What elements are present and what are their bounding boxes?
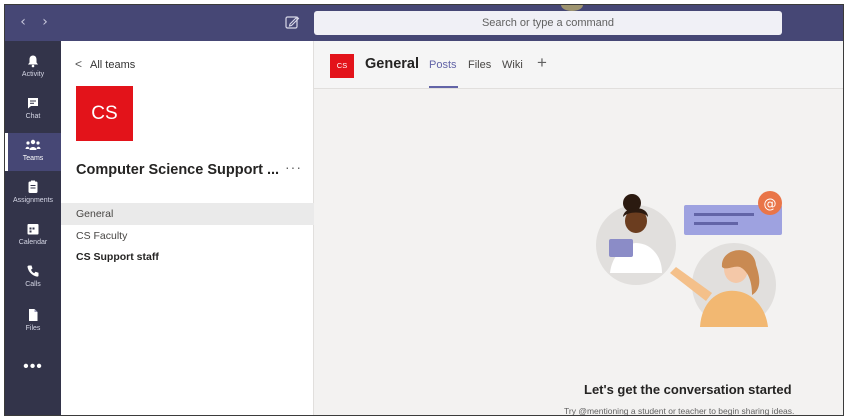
rail-item-calendar[interactable]: Calendar bbox=[5, 217, 61, 255]
chat-icon bbox=[28, 98, 38, 109]
team-panel: < All teams CS Computer Science Support .… bbox=[61, 41, 314, 415]
phone-icon bbox=[27, 265, 39, 277]
rail-item-activity[interactable]: Activity bbox=[5, 49, 61, 87]
teams-icon bbox=[25, 139, 41, 150]
channel-title: General bbox=[365, 56, 419, 72]
message-line bbox=[694, 213, 754, 216]
compose-icon[interactable] bbox=[284, 14, 300, 30]
channel-header: CS General Posts Files Wiki + bbox=[314, 41, 843, 89]
rail-item-calls[interactable]: Calls bbox=[5, 259, 61, 297]
rail-item-chat[interactable]: Chat bbox=[5, 91, 61, 129]
bell-icon bbox=[28, 55, 38, 68]
rail-label-calendar: Calendar bbox=[18, 239, 48, 246]
rail-label-files: Files bbox=[25, 325, 41, 332]
all-teams-link[interactable]: < All teams bbox=[75, 57, 135, 71]
calendar-icon bbox=[27, 224, 39, 235]
back-arrow-icon[interactable]: ‹ bbox=[15, 14, 31, 30]
rail-label-activity: Activity bbox=[21, 71, 45, 78]
rail-item-files[interactable]: Files bbox=[5, 303, 61, 341]
channel-cs-support-staff[interactable]: CS Support staff bbox=[61, 246, 314, 268]
svg-text:@: @ bbox=[764, 197, 777, 212]
more-apps-button[interactable]: ••• bbox=[5, 359, 61, 379]
active-tab-indicator bbox=[429, 86, 458, 88]
all-teams-label: All teams bbox=[90, 59, 136, 71]
rail-label-teams: Teams bbox=[22, 155, 44, 162]
team-avatar: CS bbox=[76, 86, 133, 141]
title-bar: ‹ › Search or type a command bbox=[5, 5, 843, 41]
laptop-shape bbox=[609, 239, 633, 257]
team-more-options-button[interactable]: ··· bbox=[285, 159, 302, 175]
rail-label-assignments: Assignments bbox=[12, 197, 54, 204]
forward-arrow-icon[interactable]: › bbox=[37, 14, 53, 30]
empty-state-title: Let's get the conversation started bbox=[584, 382, 792, 397]
rail-label-chat: Chat bbox=[25, 113, 41, 120]
message-line bbox=[694, 222, 738, 225]
tab-files[interactable]: Files bbox=[468, 59, 491, 71]
channel-avatar: CS bbox=[330, 54, 354, 78]
tab-wiki[interactable]: Wiki bbox=[502, 59, 523, 71]
rail-item-teams[interactable]: Teams bbox=[5, 133, 61, 171]
tab-posts[interactable]: Posts bbox=[429, 59, 457, 71]
channel-general[interactable]: General bbox=[61, 203, 314, 225]
channel-cs-faculty[interactable]: CS Faculty bbox=[61, 225, 314, 247]
assignments-icon bbox=[28, 180, 38, 193]
teams-window: ‹ › Search or type a command Activity Ch… bbox=[4, 4, 844, 416]
search-input[interactable]: Search or type a command bbox=[314, 11, 782, 35]
chevron-left-icon: < bbox=[75, 57, 83, 71]
rail-item-assignments[interactable]: Assignments bbox=[5, 175, 61, 213]
conversation-illustration: @ bbox=[596, 191, 782, 327]
empty-state-subtitle: Try @mentioning a student or teacher to … bbox=[564, 406, 795, 416]
rail-label-calls: Calls bbox=[25, 281, 41, 288]
app-rail: Activity Chat Teams Assignments Calendar… bbox=[5, 41, 61, 415]
highlight-glow bbox=[561, 5, 583, 11]
files-icon bbox=[29, 309, 38, 321]
channel-main: CS General Posts Files Wiki + @ Let's ge… bbox=[314, 41, 843, 416]
add-tab-button[interactable]: + bbox=[537, 54, 547, 72]
team-name: Computer Science Support ... bbox=[76, 162, 280, 178]
